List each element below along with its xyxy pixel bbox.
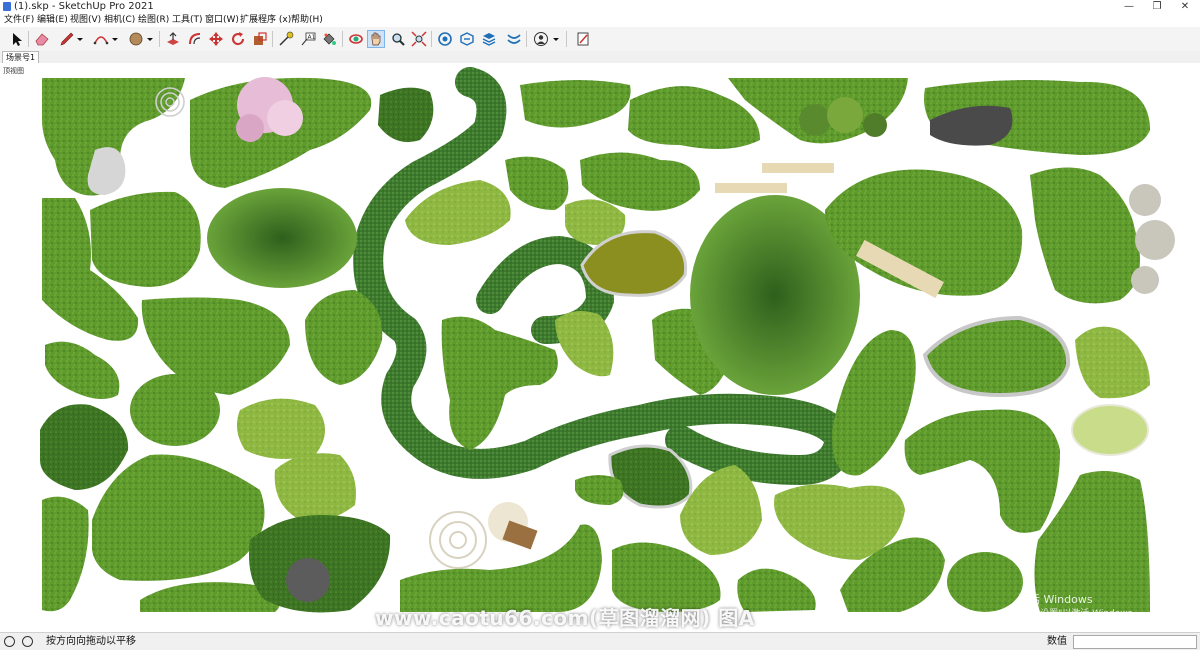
- menu-draw[interactable]: 绘图(R): [138, 13, 169, 27]
- zoom-icon[interactable]: [389, 30, 407, 48]
- boulder: [286, 558, 330, 602]
- lawn-patch: [1071, 404, 1149, 456]
- styles-icon[interactable]: [505, 30, 523, 48]
- menu-extensions[interactable]: 扩展程序 (x): [240, 13, 291, 27]
- lawn-patch: [505, 156, 569, 210]
- menu-file[interactable]: 文件(F): [4, 13, 34, 27]
- deck: [502, 520, 538, 550]
- lawn-patch: [40, 404, 129, 490]
- lawn-patch: [520, 80, 631, 128]
- send-layout-icon[interactable]: [574, 30, 592, 48]
- menu-window[interactable]: 窗口(W): [205, 13, 239, 27]
- window-title: (1).skp - SketchUp Pro 2021: [14, 1, 154, 12]
- arc-icon[interactable]: [92, 30, 110, 48]
- lawn-patch: [130, 374, 220, 446]
- shape-icon[interactable]: [127, 30, 145, 48]
- view-label: 顶视图: [3, 67, 24, 75]
- eraser-icon[interactable]: [33, 30, 51, 48]
- menu-edit[interactable]: 编辑(E): [37, 13, 68, 27]
- paint-bucket-icon[interactable]: [320, 30, 338, 48]
- zoom-extents-icon[interactable]: [410, 30, 428, 48]
- lawn-patch: [947, 552, 1023, 612]
- title-bar: (1).skp - SketchUp Pro 2021 — ❐ ✕: [0, 0, 1200, 13]
- rotate-icon[interactable]: [229, 30, 247, 48]
- dropdown-icon[interactable]: [110, 30, 120, 48]
- status-bar: 按方向向拖动以平移 数值: [0, 632, 1200, 650]
- user-icon[interactable]: [532, 30, 550, 48]
- lawn-patch: [1075, 326, 1150, 399]
- status-hint: 按方向向拖动以平移: [46, 636, 136, 647]
- menu-bar: 文件(F) 编辑(E) 视图(V) 相机(C) 绘图(R) 工具(T) 窗口(W…: [0, 13, 1200, 27]
- menu-help[interactable]: 帮助(H): [291, 13, 323, 27]
- menu-camera[interactable]: 相机(C): [104, 13, 135, 27]
- lawn-patch: [92, 454, 265, 581]
- landscape-model: [40, 67, 1175, 613]
- lawn-patch: [274, 453, 356, 521]
- scale-icon[interactable]: [251, 30, 269, 48]
- lawn-patch: [904, 409, 1060, 533]
- main-toolbar: A1: [0, 27, 1200, 52]
- lawn-patch: [628, 86, 760, 149]
- instructor-icon[interactable]: [22, 636, 33, 647]
- text-icon[interactable]: A1: [299, 30, 317, 48]
- extension-warehouse-icon[interactable]: [458, 30, 476, 48]
- minimize-button[interactable]: —: [1115, 0, 1143, 13]
- windows-activation-title: 激活 Windows: [1018, 593, 1093, 606]
- offset-icon[interactable]: [186, 30, 204, 48]
- lawn-patch: [42, 496, 89, 612]
- watermark-text: www.caotu66.com(草图溜溜网) 图A: [375, 606, 755, 630]
- select-icon[interactable]: [8, 30, 26, 48]
- dropdown-icon[interactable]: [551, 30, 561, 48]
- lawn-patch: [90, 191, 201, 287]
- mound: [207, 188, 357, 288]
- push-pull-icon[interactable]: [164, 30, 182, 48]
- layout-icon[interactable]: [480, 30, 498, 48]
- measurements-label: 数值: [1047, 636, 1067, 647]
- svg-text:A1: A1: [308, 34, 316, 41]
- lawn-patch: [575, 475, 624, 505]
- rock-cluster: [1129, 184, 1175, 294]
- orbit-icon[interactable]: [347, 30, 365, 48]
- menu-view[interactable]: 视图(V): [70, 13, 101, 27]
- model-viewport[interactable]: 顶视图 www.caotu66.com(草图溜溜网) 图A 激活 Windows…: [0, 63, 1200, 632]
- lawn-patch: [45, 341, 120, 399]
- scene-tab-bar: 场景号1: [0, 51, 1200, 64]
- gravel-ring: [429, 511, 487, 569]
- measurements-input[interactable]: [1073, 635, 1197, 649]
- lawn-patch: [1030, 167, 1140, 304]
- gravel-ring-pond: [922, 315, 1071, 398]
- tape-measure-icon[interactable]: [277, 30, 295, 48]
- pencil-icon[interactable]: [58, 30, 76, 48]
- warehouse-icon[interactable]: [436, 30, 454, 48]
- maximize-button[interactable]: ❐: [1143, 0, 1171, 13]
- lawn-patch: [305, 290, 383, 385]
- menu-tools[interactable]: 工具(T): [172, 13, 203, 27]
- geo-location-icon[interactable]: [4, 636, 15, 647]
- dropdown-icon[interactable]: [75, 30, 85, 48]
- pan-icon[interactable]: [367, 30, 385, 48]
- lawn-patch: [236, 398, 325, 459]
- dropdown-icon[interactable]: [145, 30, 155, 48]
- windows-activation-text: 转到"设置"以激活 Windows。: [1018, 609, 1142, 619]
- lawn-patch: [378, 87, 434, 143]
- close-button[interactable]: ✕: [1171, 0, 1199, 13]
- sketchup-app-icon: [3, 2, 11, 11]
- move-icon[interactable]: [207, 30, 225, 48]
